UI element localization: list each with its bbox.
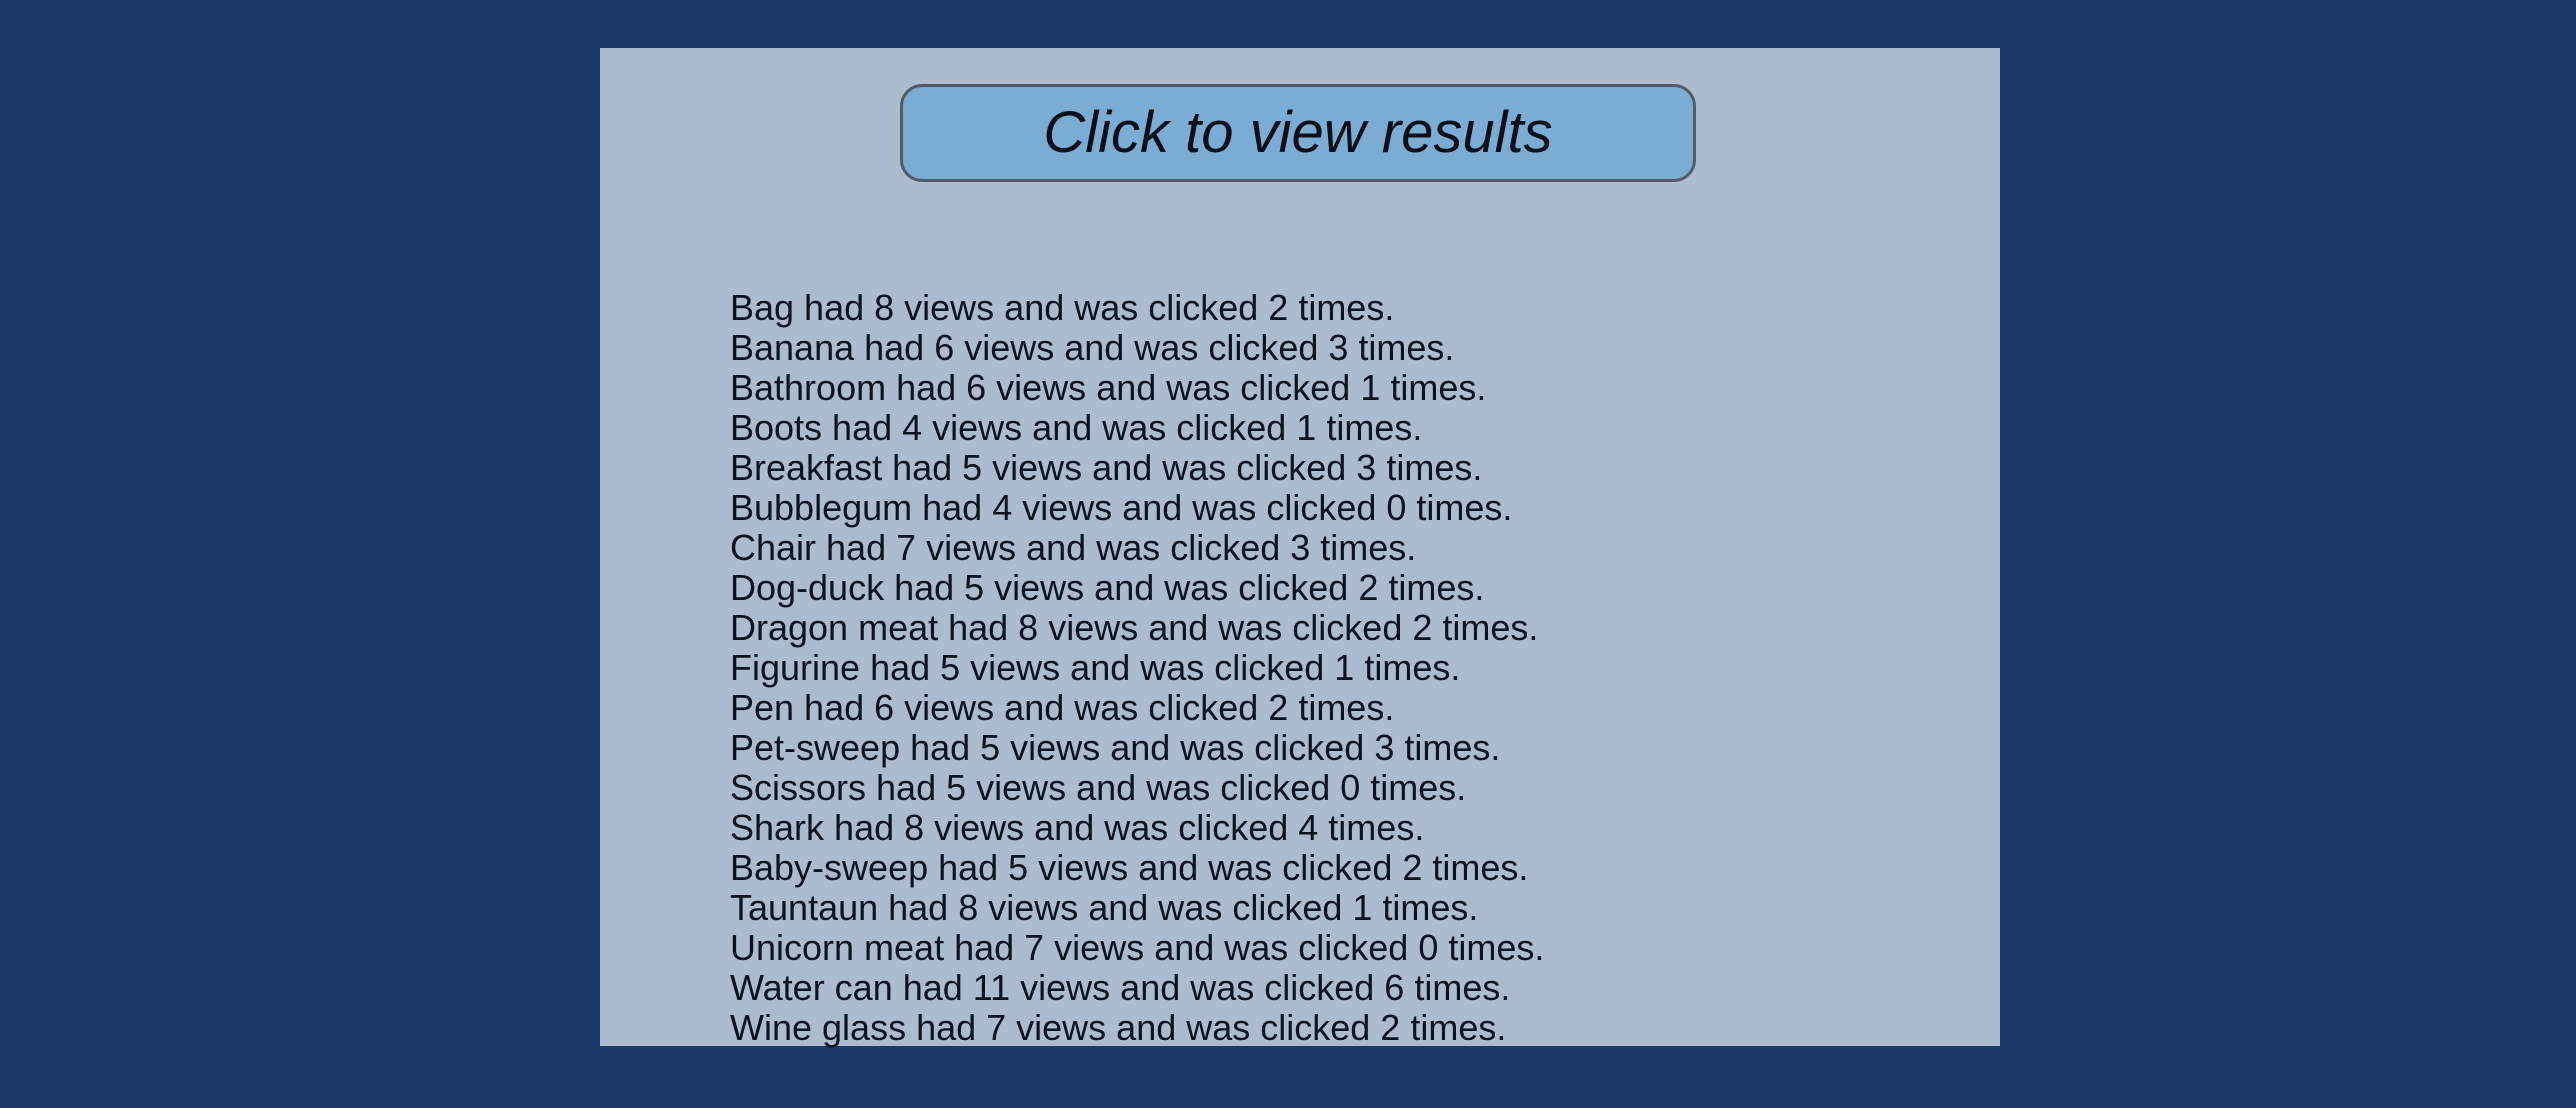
result-item-bathroom: Bathroom had 6 views and was clicked 1 t… xyxy=(730,367,1487,408)
result-item-baby-sweep: Baby-sweep had 5 views and was clicked 2… xyxy=(730,847,1529,888)
view-results-button[interactable]: Click to view results xyxy=(900,84,1696,182)
result-item-dragon-meat: Dragon meat had 8 views and was clicked … xyxy=(730,607,1539,648)
results-panel: Click to view results Bag had 8 views an… xyxy=(600,48,2000,1048)
result-item-tauntaun: Tauntaun had 8 views and was clicked 1 t… xyxy=(730,887,1479,928)
result-item-banana: Banana had 6 views and was clicked 3 tim… xyxy=(730,327,1455,368)
result-item-shark: Shark had 8 views and was clicked 4 time… xyxy=(730,807,1425,848)
result-item-water-can: Water can had 11 views and was clicked 6… xyxy=(730,967,1511,1008)
result-item-breakfast: Breakfast had 5 views and was clicked 3 … xyxy=(730,447,1483,488)
result-item-pen: Pen had 6 views and was clicked 2 times. xyxy=(730,687,1395,728)
results-list: Bag had 8 views and was clicked 2 times.… xyxy=(730,288,1544,1048)
result-item-figurine: Figurine had 5 views and was clicked 1 t… xyxy=(730,647,1461,688)
result-item-scissors: Scissors had 5 views and was clicked 0 t… xyxy=(730,767,1467,808)
result-item-pet-sweep: Pet-sweep had 5 views and was clicked 3 … xyxy=(730,727,1501,768)
result-item-bag: Bag had 8 views and was clicked 2 times. xyxy=(730,287,1395,328)
result-item-boots: Boots had 4 views and was clicked 1 time… xyxy=(730,407,1423,448)
result-item-bubblegum: Bubblegum had 4 views and was clicked 0 … xyxy=(730,487,1513,528)
result-item-wine-glass: Wine glass had 7 views and was clicked 2… xyxy=(730,1007,1507,1048)
result-item-chair: Chair had 7 views and was clicked 3 time… xyxy=(730,527,1417,568)
result-item-dog-duck: Dog-duck had 5 views and was clicked 2 t… xyxy=(730,567,1485,608)
result-item-unicorn-meat: Unicorn meat had 7 views and was clicked… xyxy=(730,927,1545,968)
